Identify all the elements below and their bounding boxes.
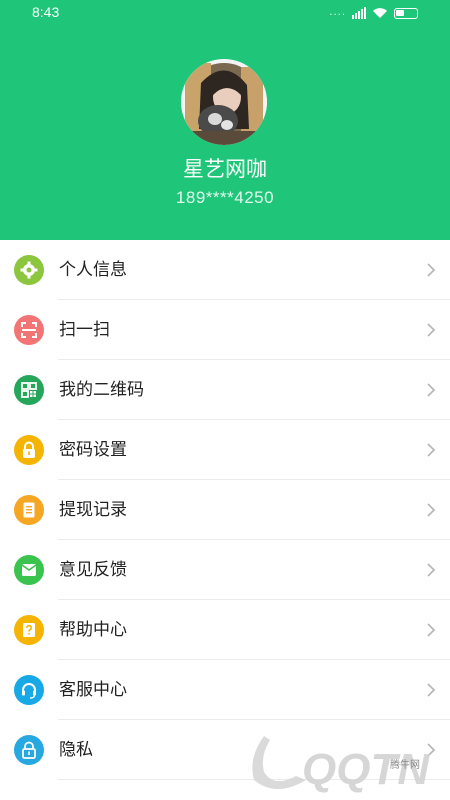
chevron-right-icon — [427, 563, 436, 577]
battery-icon — [394, 7, 418, 19]
menu-item-label: 客服中心 — [59, 680, 127, 700]
menu-item-password-settings[interactable]: 密码设置 — [0, 420, 450, 480]
menu-item-label: 我的二维码 — [59, 380, 144, 400]
watermark-site: 腾牛网 — [390, 760, 420, 771]
menu-item-label: 帮助中心 — [59, 620, 127, 640]
scan-icon — [14, 315, 44, 345]
signal-dots-icon: .... — [329, 7, 346, 18]
chevron-right-icon — [427, 383, 436, 397]
status-bar: 8:43 .... — [0, 0, 450, 26]
avatar-photo — [181, 59, 267, 145]
qrcode-icon — [14, 375, 44, 405]
menu-item-label: 扫一扫 — [59, 320, 110, 340]
menu-item-label: 隐私 — [59, 740, 93, 760]
profile-phone: 189****4250 — [175, 188, 275, 207]
status-time: 8:43 — [32, 4, 60, 20]
lock-icon — [14, 435, 44, 465]
menu-item-withdrawal-records[interactable]: 提现记录 — [0, 480, 450, 540]
privacy-lock-icon — [14, 735, 44, 765]
chevron-right-icon — [427, 443, 436, 457]
chevron-right-icon — [427, 263, 436, 277]
headset-icon — [14, 675, 44, 705]
menu-item-help-center[interactable]: 帮助中心 — [0, 600, 450, 660]
signal-bars-icon — [352, 7, 366, 19]
menu-item-customer-service[interactable]: 客服中心 — [0, 660, 450, 720]
gear-icon — [14, 255, 44, 285]
menu-item-label: 意见反馈 — [59, 560, 127, 580]
menu-item-my-qrcode[interactable]: 我的二维码 — [0, 360, 450, 420]
chevron-right-icon — [427, 503, 436, 517]
menu-item-scan[interactable]: 扫一扫 — [0, 300, 450, 360]
settings-menu: 个人信息 扫一扫 我的二维码 密码设置 提现记录 意见反馈 帮助中心 客服中心 … — [0, 240, 450, 780]
avatar[interactable] — [181, 59, 267, 145]
help-icon — [14, 615, 44, 645]
status-icons: .... — [329, 5, 418, 21]
wifi-icon — [373, 8, 387, 18]
menu-item-label: 密码设置 — [59, 440, 127, 460]
menu-item-label: 个人信息 — [59, 260, 127, 280]
chevron-right-icon — [427, 323, 436, 337]
profile-header: 8:43 .... 星艺网咖 189****4250 — [0, 0, 450, 240]
document-icon — [14, 495, 44, 525]
menu-item-personal-info[interactable]: 个人信息 — [0, 240, 450, 300]
chevron-right-icon — [427, 683, 436, 697]
menu-item-feedback[interactable]: 意见反馈 — [0, 540, 450, 600]
profile-name: 星艺网咖 — [183, 157, 267, 181]
feedback-icon — [14, 555, 44, 585]
chevron-right-icon — [427, 623, 436, 637]
menu-item-label: 提现记录 — [59, 500, 127, 520]
